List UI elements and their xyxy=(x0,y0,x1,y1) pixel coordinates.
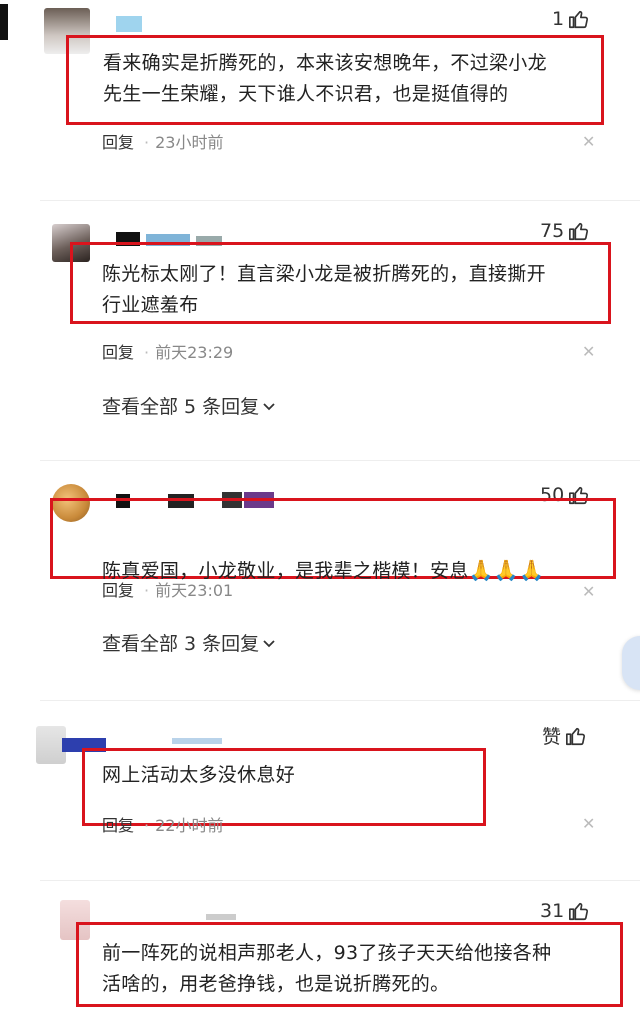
like-count: 75 xyxy=(540,220,565,242)
divider xyxy=(40,460,640,461)
comment-meta: 回复 · 23小时前 xyxy=(102,133,224,152)
praying-hands-emoji: 🙏🙏🙏 xyxy=(468,558,545,582)
thumbs-up-icon xyxy=(569,222,589,241)
chevron-down-icon xyxy=(263,402,275,410)
like-button[interactable]: 赞 xyxy=(542,722,587,749)
comment-text: 陈光标太刚了！直言梁小龙是被折腾死的，直接撕开 行业遮羞布 xyxy=(102,263,546,316)
like-button[interactable]: 75 xyxy=(540,220,590,242)
divider xyxy=(40,700,640,701)
like-count: 31 xyxy=(540,900,565,922)
thumbs-up-icon xyxy=(566,727,586,745)
expand-replies-label: 查看全部 3 条回复 xyxy=(102,633,260,655)
thumbs-up-icon xyxy=(569,902,589,921)
comment-text: 前一阵死的说相声那老人，93了孩子天天给他接各种 活啥的，用老爸挣钱，也是说折腾… xyxy=(102,942,552,995)
close-icon[interactable]: ✕ xyxy=(582,582,595,601)
floating-side-button[interactable] xyxy=(622,636,640,690)
reply-button[interactable]: 回复 xyxy=(102,343,134,362)
like-count: 1 xyxy=(552,8,565,30)
edge-marker xyxy=(0,4,8,40)
reply-button[interactable]: 回复 xyxy=(102,133,134,152)
comment-meta: 回复 · 前天23:01 xyxy=(102,581,234,600)
expand-replies-link[interactable]: 查看全部 5 条回复 xyxy=(102,392,277,419)
reply-button[interactable]: 回复 xyxy=(102,581,134,600)
like-button[interactable]: 31 xyxy=(540,900,590,922)
comment-text: 网上活动太多没休息好 xyxy=(102,764,296,786)
comment-meta: 回复 · 前天23:29 xyxy=(102,343,234,362)
timestamp: 22小时前 xyxy=(155,816,224,835)
like-label: 赞 xyxy=(542,726,562,748)
reply-button[interactable]: 回复 xyxy=(102,816,134,835)
close-icon[interactable]: ✕ xyxy=(582,814,595,833)
close-icon[interactable]: ✕ xyxy=(582,132,595,151)
like-button[interactable]: 1 xyxy=(552,8,590,30)
expand-replies-label: 查看全部 5 条回复 xyxy=(102,396,260,418)
username-masked xyxy=(206,914,236,920)
thumbs-up-icon xyxy=(569,10,589,29)
timestamp: 前天23:01 xyxy=(155,581,234,600)
timestamp: 23小时前 xyxy=(155,133,224,152)
comment-text: 看来确实是折腾死的，本来该安想晚年，不过梁小龙 先生一生荣耀，天下谁人不识君，也… xyxy=(103,52,547,105)
timestamp: 前天23:29 xyxy=(155,343,234,362)
close-icon[interactable]: ✕ xyxy=(582,342,595,361)
divider xyxy=(40,200,640,201)
username-masked xyxy=(116,16,142,32)
divider xyxy=(40,880,640,881)
username-masked xyxy=(172,738,222,744)
expand-replies-link[interactable]: 查看全部 3 条回复 xyxy=(102,629,277,656)
chevron-down-icon xyxy=(263,639,275,647)
comment-meta: 回复 · 22小时前 xyxy=(102,816,224,835)
